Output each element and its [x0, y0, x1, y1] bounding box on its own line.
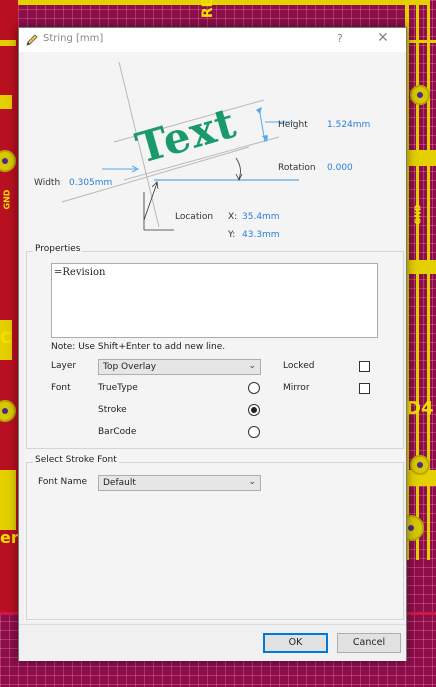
font-stroke-radio[interactable]	[248, 404, 260, 416]
rotation-value: 0.000	[327, 163, 353, 173]
font-barcode-radio[interactable]	[248, 426, 260, 438]
close-button[interactable]: ✕	[377, 30, 389, 46]
pcb-pad	[410, 455, 430, 475]
location-y-label: Y:	[228, 230, 236, 240]
pcb-silk-label: er	[0, 528, 19, 547]
pcb-trace	[18, 0, 428, 5]
pcb-trace	[405, 260, 436, 274]
dialog-footer: OK Cancel	[19, 624, 406, 661]
pcb-trace	[0, 470, 16, 530]
locked-checkbox[interactable]	[359, 361, 370, 372]
mirror-label: Mirror	[283, 383, 310, 393]
shift-enter-note: Note: Use Shift+Enter to add new line.	[51, 342, 226, 352]
font-option-barcode-label: BarCode	[98, 427, 137, 437]
mirror-checkbox[interactable]	[359, 383, 370, 394]
width-value: 0.305mm	[69, 178, 113, 188]
cancel-button[interactable]: Cancel	[337, 633, 401, 653]
font-truetype-radio[interactable]	[248, 382, 260, 394]
pcb-trace	[0, 95, 12, 109]
title-bar[interactable]: String [mm] ? ✕	[19, 28, 406, 52]
chevron-down-icon: ⌄	[248, 477, 256, 487]
font-option-stroke-label: Stroke	[98, 405, 127, 415]
rotation-label: Rotation	[278, 163, 316, 173]
pcb-silk-label: D4	[406, 398, 434, 419]
font-name-label: Font Name	[38, 477, 88, 487]
pcb-trace	[405, 40, 436, 43]
font-name-select[interactable]: Default ⌄	[98, 475, 261, 491]
font-name-select-value: Default	[103, 478, 136, 488]
pen-icon	[26, 34, 38, 46]
pcb-silk-label: C	[0, 328, 12, 347]
locked-label: Locked	[283, 361, 315, 371]
width-label: Width	[34, 178, 61, 188]
properties-group-title: Properties	[33, 244, 83, 254]
chevron-down-icon: ⌄	[248, 361, 256, 371]
string-preview-diagram: Text Height 1.524mm Rotation 0.000 Width…	[24, 52, 404, 247]
string-text-area[interactable]: =Revision	[51, 263, 378, 338]
pcb-pad	[410, 85, 430, 105]
stroke-font-group-title: Select Stroke Font	[33, 455, 119, 465]
pcb-trace	[405, 150, 436, 166]
pcb-silk-label: GND	[413, 204, 423, 225]
window-title: String [mm]	[43, 33, 104, 44]
string-properties-dialog: String [mm] ? ✕ Text Height 1.524mm Rota…	[18, 27, 407, 661]
ok-button[interactable]: OK	[263, 633, 328, 653]
font-label: Font	[51, 383, 71, 393]
pcb-trace	[0, 40, 16, 46]
location-x-label: X:	[228, 212, 238, 222]
layer-select[interactable]: Top Overlay ⌄	[98, 359, 261, 375]
location-x-value: 35.4mm	[242, 212, 280, 222]
location-y-value: 43.3mm	[242, 230, 280, 240]
dialog-content: Text Height 1.524mm Rotation 0.000 Width…	[24, 52, 404, 622]
help-button[interactable]: ?	[337, 32, 343, 45]
layer-label: Layer	[51, 361, 77, 371]
height-label: Height	[278, 120, 308, 130]
font-option-truetype-label: TrueType	[98, 383, 138, 393]
height-value: 1.524mm	[327, 120, 371, 130]
pcb-silk-label: RE	[200, 0, 217, 19]
pcb-silk-label: GND	[2, 189, 12, 210]
layer-select-value: Top Overlay	[103, 362, 157, 372]
location-label: Location	[175, 212, 214, 222]
